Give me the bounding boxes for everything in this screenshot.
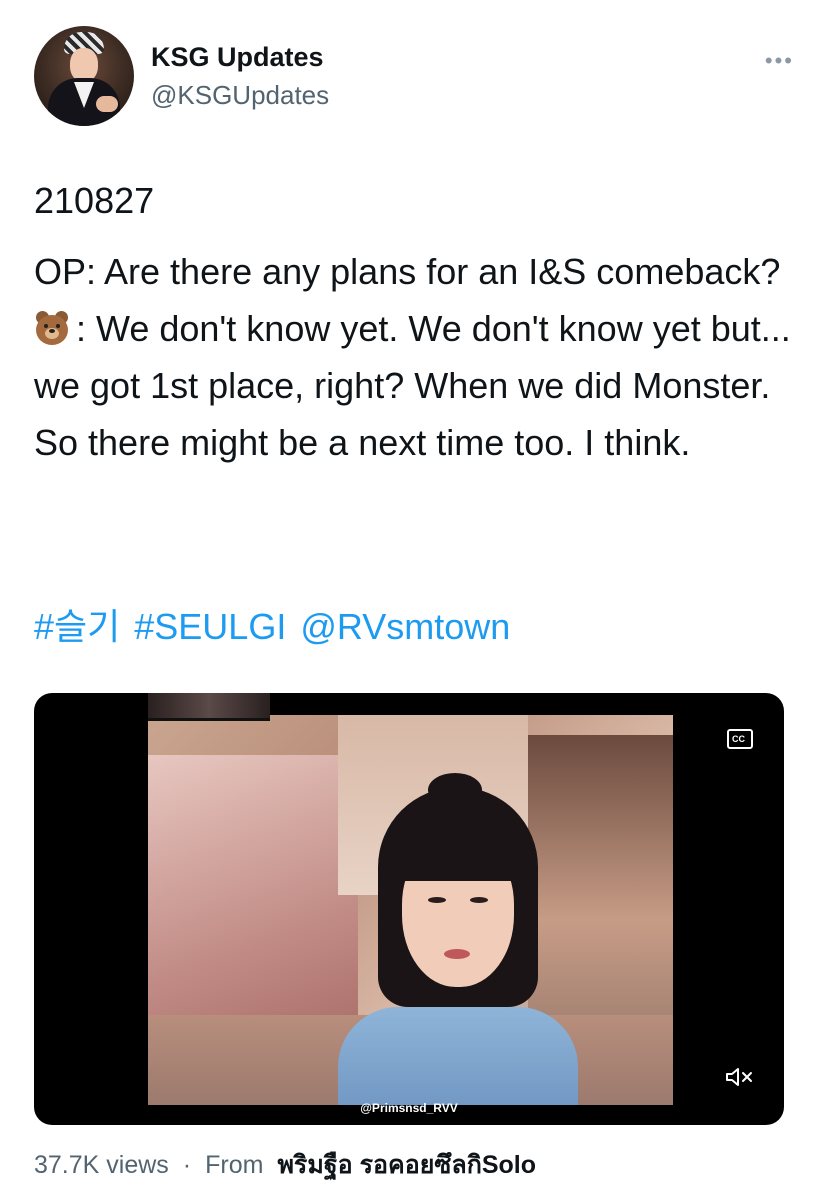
author-name[interactable]: KSG Updates — [151, 42, 324, 73]
tweet-question: OP: Are there any plans for an I&S comeb… — [34, 251, 781, 292]
hashtag-seulgi[interactable]: #SEULGI — [134, 606, 286, 647]
video-frame[interactable] — [148, 715, 673, 1105]
tweet-answer-text: : We don't know yet. We don't know yet b… — [34, 308, 791, 463]
bear-face-emoji — [34, 311, 70, 345]
hashtag-seulgi-korean[interactable]: #슬기 — [34, 606, 120, 647]
background-poster — [148, 755, 358, 1055]
avatar[interactable] — [34, 26, 134, 126]
tweet-header: KSG Updates @KSGUpdates ••• — [34, 26, 794, 126]
footer-separator: · — [182, 1151, 192, 1179]
muted-speaker-icon[interactable] — [724, 1065, 756, 1089]
tweet-answer: : We don't know yet. We don't know yet b… — [34, 300, 794, 471]
tweet-text: 210827 OP: Are there any plans for an I&… — [34, 172, 794, 471]
author-handle[interactable]: @KSGUpdates — [151, 80, 329, 111]
tweet-date-line: 210827 — [34, 180, 155, 221]
view-count: 37.7K views — [34, 1151, 169, 1179]
tweet-hashtags: #슬기 #SEULGI @RVsmtown — [34, 598, 524, 650]
more-horizontal-icon[interactable]: ••• — [765, 48, 794, 74]
avatar-hand — [96, 96, 118, 112]
avatar-face — [70, 48, 98, 82]
source-account-link[interactable]: พริมฐือ รอคอยซึลกิSolo — [277, 1151, 536, 1179]
video-player[interactable]: CC @Primsnsd_RVV — [34, 693, 784, 1125]
video-watermark: @Primsnsd_RVV — [360, 1101, 458, 1115]
mention-rvsmtown[interactable]: @RVsmtown — [300, 606, 510, 647]
closed-captions-icon[interactable]: CC — [727, 729, 753, 749]
picture-in-picture-strip — [148, 693, 270, 721]
video-subject — [338, 773, 578, 1105]
tweet-footer: 37.7K views · From พริมฐือ รอคอยซึลกิSolo — [34, 1145, 536, 1185]
from-label: From — [205, 1151, 264, 1179]
